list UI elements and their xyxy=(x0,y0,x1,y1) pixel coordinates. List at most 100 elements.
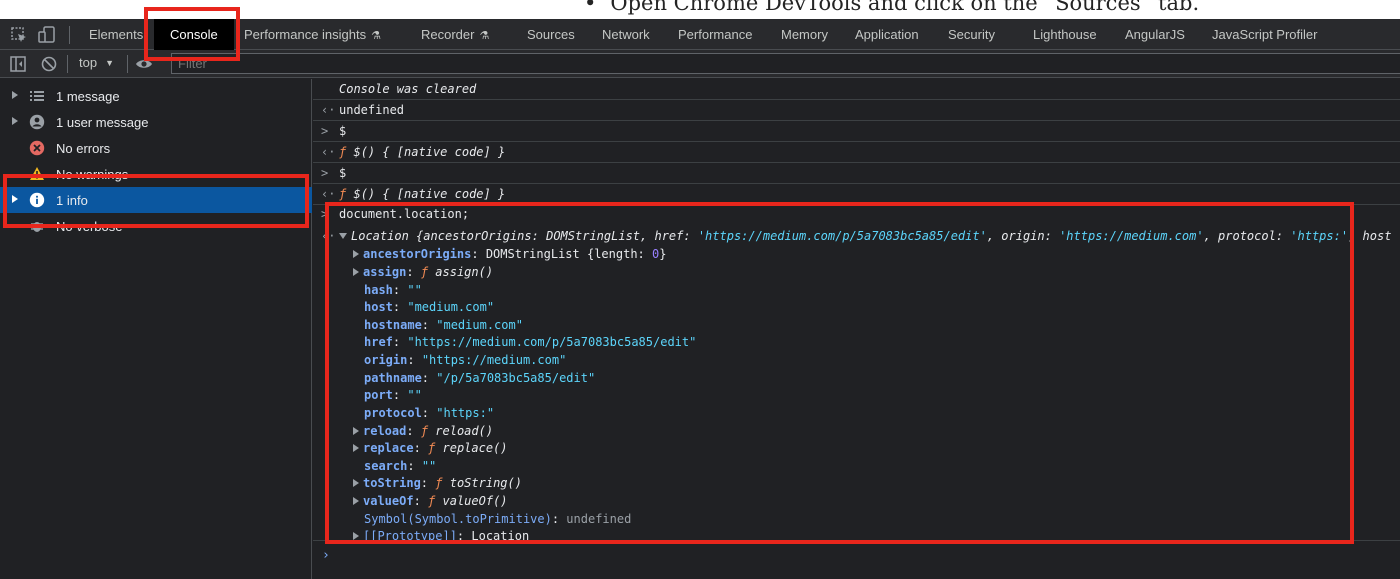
sidebar-item-errors[interactable]: No errors xyxy=(0,135,312,161)
property-pathname: pathname: "/p/5a7083bc5a85/edit" xyxy=(364,371,596,385)
property-hash: hash: "" xyxy=(364,283,422,297)
collapse-arrow-icon[interactable] xyxy=(339,233,347,239)
property-host: host: "medium.com" xyxy=(364,300,495,314)
tab-performance[interactable]: Performance xyxy=(678,19,752,50)
property-reload[interactable]: reload: ƒ reload() xyxy=(353,424,493,438)
tab-bar-separator xyxy=(69,26,70,44)
tab-performance-insights[interactable]: Performance insights ⚗ xyxy=(244,19,381,50)
tab-memory[interactable]: Memory xyxy=(781,19,828,50)
tab-console[interactable]: Console xyxy=(154,19,234,50)
verbose-icon xyxy=(31,222,43,232)
tab-security[interactable]: Security xyxy=(948,19,995,50)
input-prompt-icon: > xyxy=(321,124,329,138)
sidebar-item-warnings[interactable]: No warnings xyxy=(0,161,312,187)
input-prompt-icon: > xyxy=(321,207,329,221)
sidebar-toggle-icon[interactable] xyxy=(9,55,27,73)
warning-icon xyxy=(30,167,44,180)
tab-javascript-profiler[interactable]: JavaScript Profiler xyxy=(1212,19,1317,50)
input-expression: $ xyxy=(339,166,347,180)
expand-arrow-icon[interactable] xyxy=(12,91,18,99)
result-arrow-icon: ‹· xyxy=(321,145,336,159)
console-result: ‹· ƒ $() { [native code] } xyxy=(313,142,1400,163)
property-valueof[interactable]: valueOf: ƒ valueOf() xyxy=(353,494,508,508)
bullet: • xyxy=(584,0,597,15)
result-arrow-icon: ‹· xyxy=(321,187,336,201)
tab-network[interactable]: Network xyxy=(602,19,650,50)
sidebar-item-info[interactable]: 1 info xyxy=(0,187,312,213)
console-message: Console was cleared xyxy=(313,79,1400,100)
expand-arrow-icon[interactable] xyxy=(353,479,359,487)
result-value: ƒ $() { [native code] } xyxy=(339,187,506,201)
devtools-tab-bar: Elements Console Performance insights ⚗ R… xyxy=(0,19,1400,50)
property-ancestor-origins[interactable]: ancestorOrigins: DOMStringList {length: … xyxy=(353,247,666,261)
tab-sources[interactable]: Sources xyxy=(527,19,575,50)
expand-arrow-icon[interactable] xyxy=(353,532,359,540)
sidebar-item-label: No errors xyxy=(56,141,111,156)
expand-arrow-icon[interactable] xyxy=(12,117,18,125)
expand-arrow-icon[interactable] xyxy=(353,250,359,258)
input-expression: document.location; xyxy=(339,207,470,221)
location-object-entry: > document.location; ‹· Location {ancest… xyxy=(313,205,1400,541)
console-result: ‹· undefined xyxy=(313,100,1400,121)
result-arrow-icon: ‹· xyxy=(321,229,336,243)
article-sentence: Open Chrome DevTools and click on the “S… xyxy=(610,0,1200,15)
prompt-chevron-icon: › xyxy=(322,548,330,563)
sidebar-item-user-messages[interactable]: 1 user message xyxy=(0,109,312,135)
tab-recorder[interactable]: Recorder ⚗ xyxy=(421,19,489,50)
sidebar-item-label: 1 message xyxy=(56,89,120,104)
expand-arrow-icon[interactable] xyxy=(353,268,359,276)
device-toolbar-icon[interactable] xyxy=(38,26,56,44)
property-tostring[interactable]: toString: ƒ toString() xyxy=(353,476,522,490)
result-value: undefined xyxy=(339,103,405,117)
console-sidebar: 1 message 1 user message No errors No wa… xyxy=(0,79,312,579)
console-output: Console was cleared ‹· undefined > $ ‹· … xyxy=(313,79,1400,579)
location-summary[interactable]: Location {ancestorOrigins: DOMStringList… xyxy=(339,229,1391,243)
tab-application[interactable]: Application xyxy=(855,19,919,50)
tab-angularjs[interactable]: AngularJS xyxy=(1125,19,1185,50)
console-cleared-text: Console was cleared xyxy=(339,82,477,96)
clear-console-icon[interactable] xyxy=(40,55,58,73)
property-port: port: "" xyxy=(364,388,422,402)
expand-arrow-icon[interactable] xyxy=(353,427,359,435)
tab-lighthouse[interactable]: Lighthouse xyxy=(1033,19,1097,50)
result-value: ƒ $() { [native code] } xyxy=(339,145,506,159)
expand-arrow-icon[interactable] xyxy=(12,195,18,203)
console-input: > $ xyxy=(313,163,1400,184)
sidebar-item-verbose[interactable]: No verbose xyxy=(0,213,312,239)
property-href: href: "https://medium.com/p/5a7083bc5a85… xyxy=(364,335,697,349)
list-icon xyxy=(30,91,44,101)
experimental-flask-icon: ⚗ xyxy=(371,30,381,42)
console-result: ‹· ƒ $() { [native code] } xyxy=(313,184,1400,205)
filter-input[interactable] xyxy=(171,53,1400,74)
tab-elements[interactable]: Elements xyxy=(89,19,143,50)
property-protocol: protocol: "https:" xyxy=(364,406,495,420)
sidebar-item-label: 1 user message xyxy=(56,115,149,130)
property-hostname: hostname: "medium.com" xyxy=(364,318,523,332)
error-icon xyxy=(29,140,45,156)
expand-arrow-icon[interactable] xyxy=(353,444,359,452)
experimental-flask-icon: ⚗ xyxy=(479,30,490,42)
sidebar-item-label: 1 info xyxy=(56,193,88,208)
expand-arrow-icon[interactable] xyxy=(353,497,359,505)
property-prototype[interactable]: [[Prototype]]: Location xyxy=(353,529,529,540)
element-picker-icon[interactable] xyxy=(10,26,28,44)
sidebar-item-label: No warnings xyxy=(56,167,129,182)
input-prompt-icon: > xyxy=(321,166,329,180)
article-text-line: • Open Chrome DevTools and click on the “… xyxy=(584,0,1199,15)
article-strip: • Open Chrome DevTools and click on the “… xyxy=(0,0,1400,19)
sidebar-item-messages[interactable]: 1 message xyxy=(0,83,312,109)
property-assign[interactable]: assign: ƒ assign() xyxy=(353,265,493,279)
property-symbol-to-primitive: Symbol(Symbol.toPrimitive): undefined xyxy=(364,512,632,526)
sidebar-item-label: No verbose xyxy=(56,219,123,234)
toolbar-separator xyxy=(127,55,128,73)
property-origin: origin: "https://medium.com" xyxy=(364,353,567,367)
console-toolbar: top ▼ xyxy=(0,50,1400,78)
toolbar-separator xyxy=(67,55,68,73)
result-arrow-icon: ‹· xyxy=(321,103,336,117)
console-prompt[interactable]: › xyxy=(313,547,1400,567)
property-replace[interactable]: replace: ƒ replace() xyxy=(353,441,508,455)
javascript-context-select[interactable]: top ▼ xyxy=(79,55,114,70)
input-expression: $ xyxy=(339,124,347,138)
console-input: > $ xyxy=(313,121,1400,142)
live-expression-eye-icon[interactable] xyxy=(135,55,153,73)
